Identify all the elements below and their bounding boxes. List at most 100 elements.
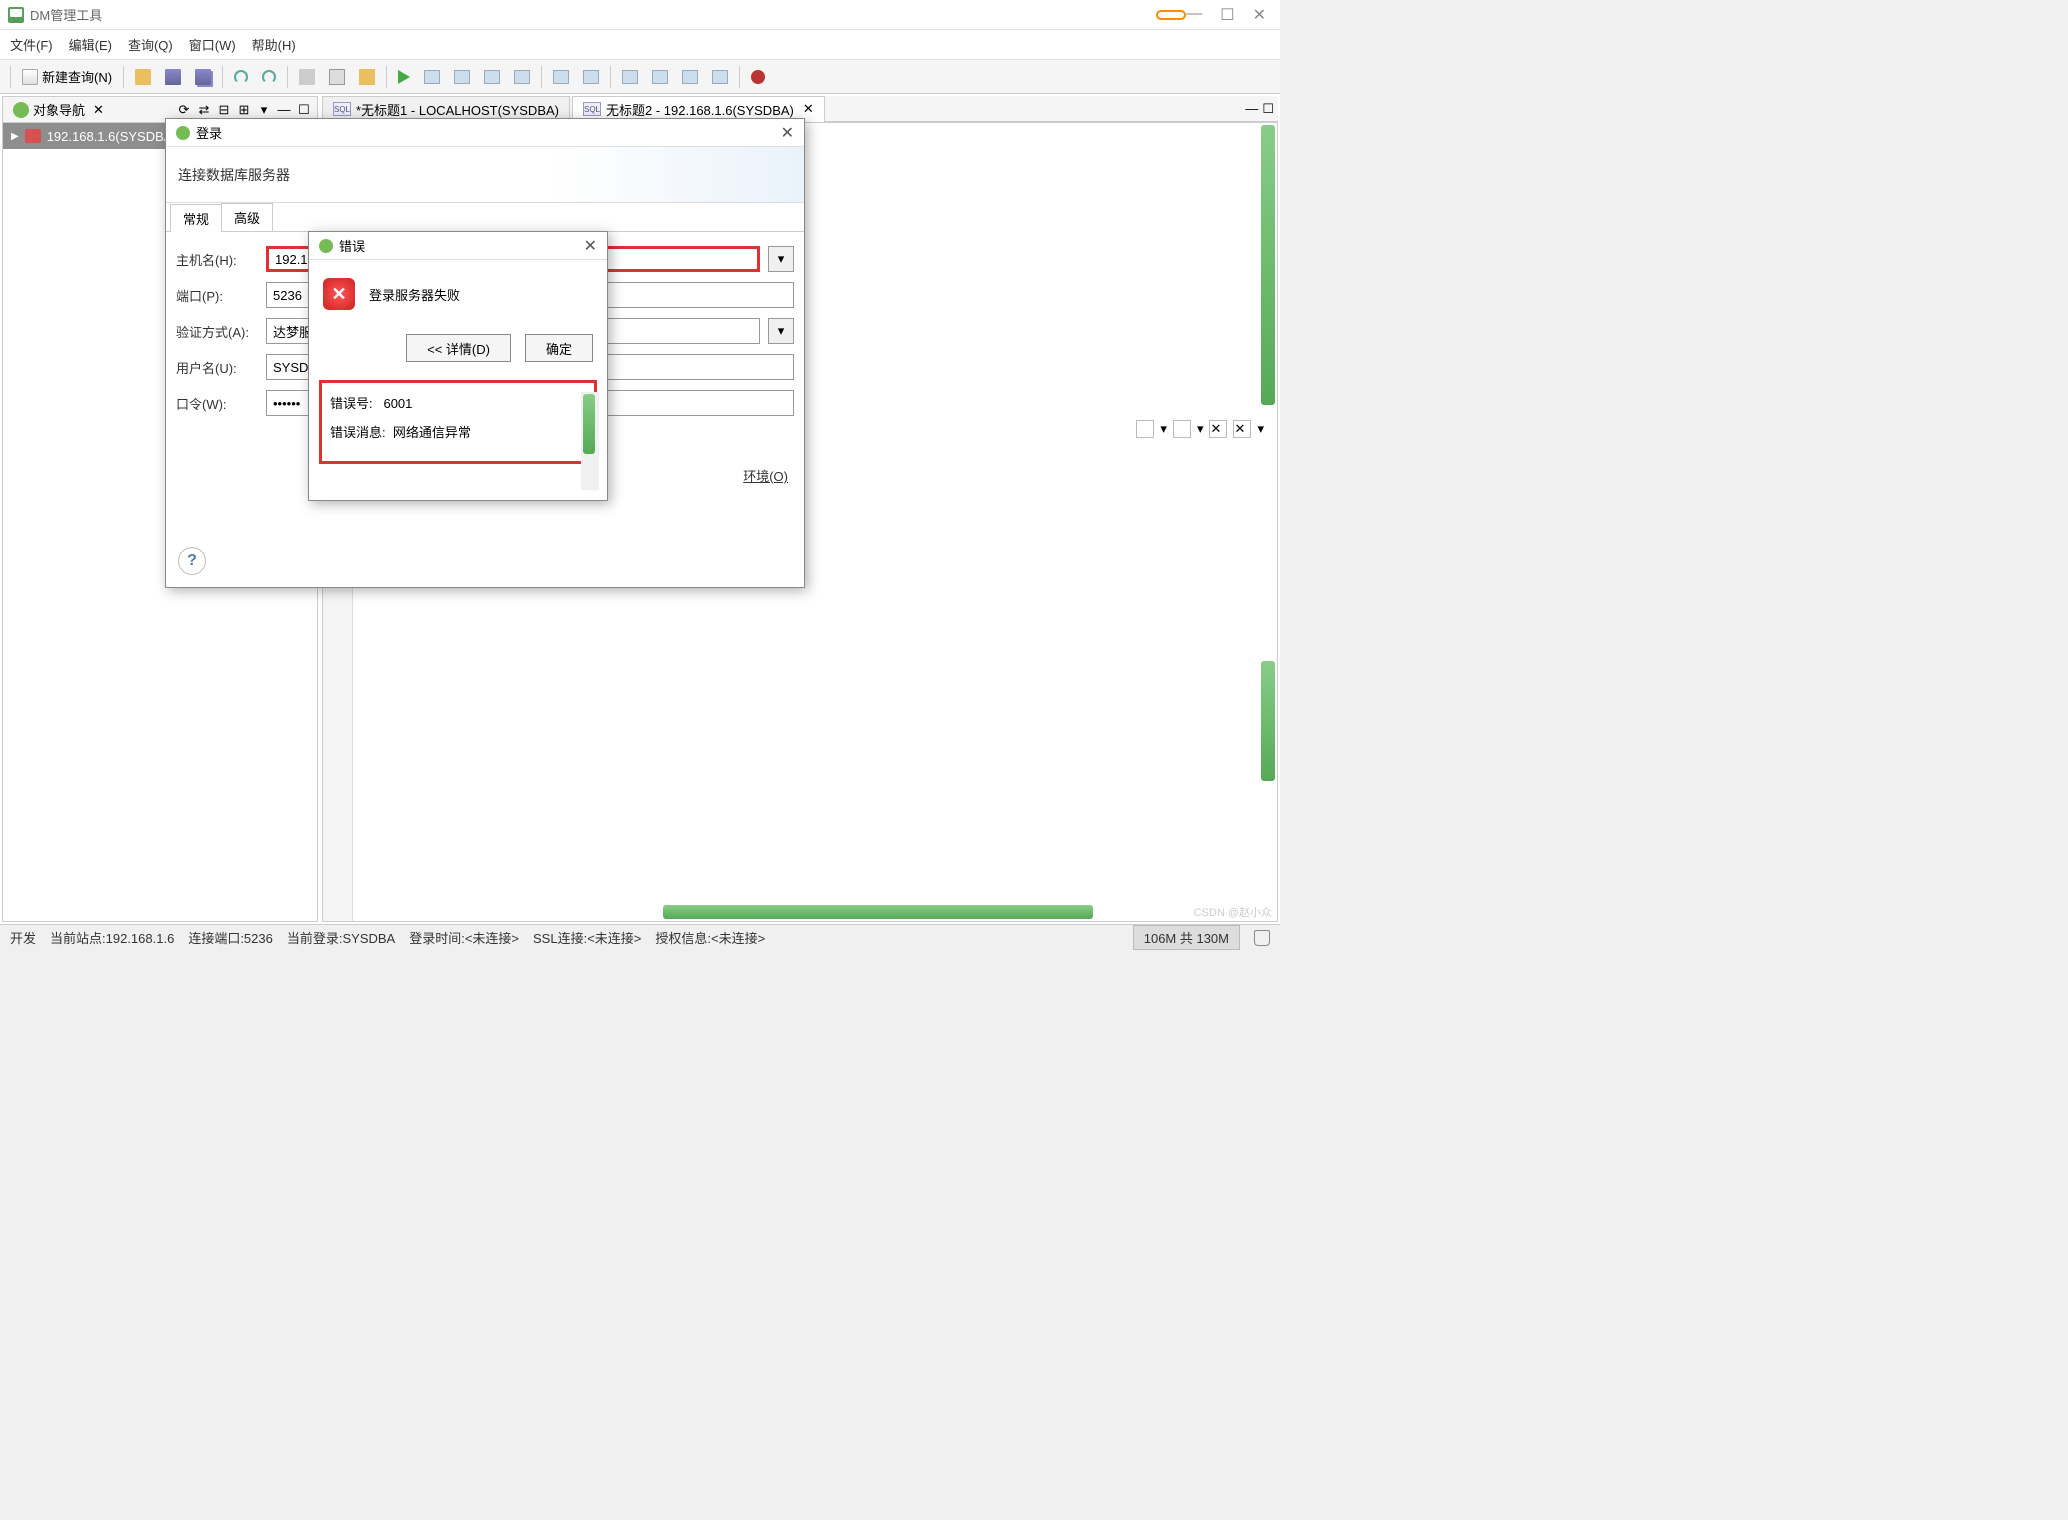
editor-tab-label: 无标题2 - 192.168.1.6(SYSDBA) (606, 100, 794, 119)
tool-icon (652, 70, 668, 84)
error-scroll[interactable] (581, 392, 599, 490)
help-button[interactable]: ? (178, 547, 206, 575)
menu-window[interactable]: 窗口(W) (189, 35, 236, 54)
tb-btn-7[interactable] (615, 64, 645, 90)
login-close-button[interactable]: ✕ (781, 123, 794, 143)
auth-dropdown-button[interactable]: ▾ (768, 318, 794, 344)
expand-icon[interactable]: ▶ (11, 131, 19, 142)
bug-icon (751, 70, 765, 84)
tb-btn-2[interactable] (447, 64, 477, 90)
memory-indicator[interactable]: 106M 共 130M (1133, 925, 1240, 950)
nav-max-icon[interactable]: ☐ (295, 101, 313, 119)
editor-min-icon[interactable]: — (1245, 101, 1258, 117)
trash-icon[interactable] (1254, 930, 1270, 946)
tool-icon (583, 70, 599, 84)
editor-max-icon[interactable]: ☐ (1262, 101, 1274, 117)
cut-button[interactable] (292, 64, 322, 90)
nav-min-icon[interactable]: — (275, 101, 293, 119)
save-all-button[interactable] (188, 64, 218, 90)
error-buttons: << 详情(D) 确定 (309, 328, 607, 376)
details-button[interactable]: << 详情(D) (406, 334, 511, 362)
debug-button[interactable] (744, 64, 772, 90)
new-icon (22, 69, 38, 85)
nav-expand-icon[interactable]: ⊞ (235, 101, 253, 119)
panel-icon-1[interactable] (1136, 420, 1154, 438)
close-button[interactable]: ✕ (1253, 5, 1266, 25)
redo-icon (262, 70, 276, 84)
tab-advanced[interactable]: 高级 (221, 203, 273, 231)
maximize-button[interactable]: ☐ (1220, 5, 1234, 25)
nav-link-icon[interactable]: ⇄ (195, 101, 213, 119)
open-button[interactable] (128, 64, 158, 90)
save-button[interactable] (158, 64, 188, 90)
save-icon (165, 69, 181, 85)
minimize-button[interactable]: — (1186, 5, 1202, 25)
menu-edit[interactable]: 编辑(E) (69, 35, 112, 54)
error-dialog: 错误 ✕ ✕ 登录服务器失败 << 详情(D) 确定 错误号: 6001 错误消… (308, 231, 608, 501)
play-icon (398, 70, 410, 84)
panel-icon-4[interactable]: ✕ (1233, 420, 1251, 438)
watermark: CSDN @赵小众 (1194, 904, 1272, 920)
env-link[interactable]: 环境(O) (743, 469, 788, 484)
nav-tab-close[interactable]: ✕ (93, 102, 104, 118)
status-login: 当前登录:SYSDBA (287, 928, 395, 947)
error-icon: ✕ (323, 278, 355, 310)
paste-icon (359, 69, 375, 85)
panel-icon-3[interactable]: ✕ (1209, 420, 1227, 438)
tb-btn-5[interactable] (546, 64, 576, 90)
tb-btn-10[interactable] (705, 64, 735, 90)
vertical-scrollbar[interactable] (1261, 125, 1275, 405)
vertical-scrollbar-2[interactable] (1261, 661, 1275, 781)
nav-tab[interactable]: 对象导航 ✕ (7, 100, 110, 119)
nav-collapse-icon[interactable]: ⊟ (215, 101, 233, 119)
tb-btn-9[interactable] (675, 64, 705, 90)
tb-btn-8[interactable] (645, 64, 675, 90)
redo-button[interactable] (255, 64, 283, 90)
editor-tab-label: *无标题1 - LOCALHOST(SYSDBA) (356, 100, 559, 119)
password-label: 口令(W): (176, 394, 258, 413)
tool-icon (682, 70, 698, 84)
tb-btn-1[interactable] (417, 64, 447, 90)
port-value: 5236 (273, 288, 302, 303)
new-query-button[interactable]: 新建查询(N) (15, 64, 119, 90)
nav-refresh-icon[interactable]: ⟳ (175, 101, 193, 119)
menu-query[interactable]: 查询(Q) (128, 35, 173, 54)
error-title-icon (319, 239, 333, 253)
folder-icon (135, 69, 151, 85)
run-button[interactable] (391, 64, 417, 90)
ok-button[interactable]: 确定 (525, 334, 593, 362)
undo-icon (234, 70, 248, 84)
server-icon (25, 129, 41, 143)
scrollbar-thumb[interactable] (583, 394, 595, 454)
sql-icon: SQL (583, 102, 601, 116)
status-port: 连接端口:5236 (188, 928, 273, 947)
tree-item-label: 192.168.1.6(SYSDBA) (47, 129, 177, 144)
nav-menu-icon[interactable]: ▾ (255, 101, 273, 119)
cut-icon (299, 69, 315, 85)
tab-close-icon[interactable]: ✕ (803, 101, 814, 117)
status-ssl: SSL连接:<未连接> (533, 928, 641, 947)
tool-icon (424, 70, 440, 84)
titlebar: DM管理工具 — ☐ ✕ (0, 0, 1280, 30)
undo-button[interactable] (227, 64, 255, 90)
login-tabs: 常规 高级 (166, 203, 804, 232)
error-number-value: 6001 (383, 396, 412, 411)
login-banner: 连接数据库服务器 (166, 147, 804, 203)
tab-general[interactable]: 常规 (170, 204, 222, 232)
tb-btn-3[interactable] (477, 64, 507, 90)
menu-help[interactable]: 帮助(H) (252, 35, 296, 54)
menubar: 文件(F) 编辑(E) 查询(Q) 窗口(W) 帮助(H) (0, 30, 1280, 60)
horizontal-scrollbar[interactable] (663, 905, 1093, 919)
login-dialog-title: 登录 (196, 123, 222, 142)
menu-file[interactable]: 文件(F) (10, 35, 53, 54)
host-dropdown-button[interactable]: ▾ (768, 246, 794, 272)
app-icon (8, 7, 24, 23)
status-login-time: 登录时间:<未连接> (409, 928, 519, 947)
paste-button[interactable] (352, 64, 382, 90)
error-close-button[interactable]: ✕ (584, 236, 597, 256)
panel-toolbar: ▾ ▾ ✕ ✕ ▾ (1136, 420, 1264, 438)
panel-icon-2[interactable] (1173, 420, 1191, 438)
copy-button[interactable] (322, 64, 352, 90)
tb-btn-6[interactable] (576, 64, 606, 90)
tb-btn-4[interactable] (507, 64, 537, 90)
